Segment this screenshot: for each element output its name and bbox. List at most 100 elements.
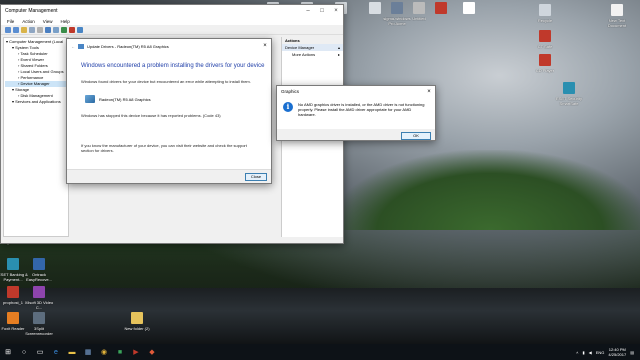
start-icon[interactable]: ⊞: [0, 344, 16, 360]
shortcut-icon: [463, 2, 475, 14]
tree-item-label: System Tools: [15, 45, 39, 50]
graphics-title: Graphics: [281, 89, 300, 94]
desktop-icon-label: ESET Security SmartSafe: [556, 96, 582, 106]
shortcut-icon: [33, 286, 45, 298]
scan-icon[interactable]: [77, 26, 83, 33]
display-adapter-icon: [85, 95, 95, 103]
maximize-button[interactable]: □: [315, 8, 329, 14]
info-icon: i: [283, 102, 293, 112]
desktop-icon[interactable]: [452, 2, 486, 16]
shortcut-icon: [33, 312, 45, 324]
desktop-icon[interactable]: Ontrack EasyRecove...: [22, 258, 56, 282]
error-heading: Windows encountered a problem installing…: [81, 63, 265, 69]
shortcut-icon: [435, 2, 447, 14]
desktop-icon-label: Untitled: [412, 16, 426, 21]
task-view-icon[interactable]: ▭: [32, 344, 48, 360]
dialog-close-icon[interactable]: ×: [259, 43, 271, 49]
desktop-icon-label: New folder (2): [124, 326, 150, 331]
language-indicator[interactable]: ENG: [596, 350, 605, 355]
close-button[interactable]: Close: [245, 173, 267, 181]
shortcut-icon: [611, 4, 623, 16]
forward-icon[interactable]: [13, 26, 19, 33]
back-icon[interactable]: [5, 26, 11, 33]
menu-bar: File Action View Help: [1, 17, 343, 25]
clock[interactable]: 12:40 PM 4/25/2017: [608, 347, 626, 357]
show-hide-tree-icon[interactable]: [29, 26, 35, 33]
chrome-icon[interactable]: ◉: [96, 344, 112, 360]
close-button[interactable]: ×: [329, 8, 343, 14]
search-icon[interactable]: ○: [16, 344, 32, 360]
wallpaper-lake: [0, 288, 640, 344]
update-driver-dialog: ← Update Drivers - Radeon(TM) R5 A8 Grap…: [66, 38, 272, 184]
tree-item-label: Local Users and Groups: [20, 69, 64, 74]
tree-item-label: Event Viewer: [20, 57, 44, 62]
shortcut-icon: [7, 286, 19, 298]
desktop-icon[interactable]: CD Player: [528, 54, 562, 73]
desktop-icon[interactable]: ESET Security SmartSafe: [552, 82, 586, 106]
graphics-close-icon[interactable]: ×: [423, 89, 435, 95]
ok-button[interactable]: OK: [401, 132, 431, 140]
shortcut-icon: [131, 312, 143, 324]
desktop-icon[interactable]: CT Safe: [528, 30, 562, 49]
error-code-text: Windows has stopped this device because …: [81, 113, 221, 118]
dialog-footer: Close: [67, 169, 271, 183]
menu-view[interactable]: View: [43, 19, 53, 24]
edge-icon[interactable]: e: [48, 344, 64, 360]
window-titlebar[interactable]: Computer Management – □ ×: [1, 5, 343, 17]
desktop-icon[interactable]: Recycle: [528, 4, 562, 23]
device-entry: Radeon(TM) R5 A8 Graphics: [85, 95, 151, 103]
red-app-icon[interactable]: ◆: [144, 344, 160, 360]
action-more-actions[interactable]: More Actions ▸: [282, 51, 343, 58]
tree-item-label: Storage: [15, 87, 30, 92]
tree-item-label: Services and Applications: [15, 99, 61, 104]
shortcut-icon: [7, 258, 19, 270]
notifications-icon[interactable]: ▤: [630, 350, 634, 355]
volume-icon[interactable]: ◀: [589, 350, 592, 355]
scan-hardware-icon[interactable]: [53, 26, 59, 33]
desktop-icon-label: Recycle: [537, 18, 553, 23]
media-app-icon[interactable]: ▶: [128, 344, 144, 360]
graphics-body: i No AMD graphics driver is installed, o…: [277, 97, 435, 129]
desktop-icon[interactable]: New folder (2): [120, 312, 154, 331]
tree-item-label: Disk Management: [20, 93, 53, 98]
dialog-title: Update Drivers - Radeon(TM) R5 A8 Graphi…: [87, 43, 169, 49]
menu-action[interactable]: Action: [22, 19, 35, 24]
manufacturer-hint: If you know the manufacturer of your dev…: [81, 143, 247, 153]
shortcut-icon: [539, 54, 551, 66]
desktop-icon[interactable]: Xilsoft 3D Video C...: [22, 286, 56, 310]
tree-item[interactable]: ▾ Services and Applications: [5, 99, 67, 105]
tree-item-label: Task Scheduler: [20, 51, 48, 56]
actions-header: Actions: [282, 37, 343, 44]
desktop-icon-label: New Text Document: [607, 18, 627, 28]
desktop-icon-label: prophost_1: [2, 300, 23, 305]
desktop-icon-label: Xilsoft 3D Video C...: [24, 300, 54, 310]
properties-icon[interactable]: [37, 26, 43, 33]
error-description: Windows found drivers for your device bu…: [81, 79, 251, 84]
system-tray: ˄ ▮ ◀ ENG 12:40 PM 4/25/2017 ▤: [576, 344, 634, 360]
taskbar: ⊞ ○ ▭ e ▬ ▦ ◉ ■ ▶ ◆: [0, 344, 640, 360]
green-app-icon[interactable]: ■: [112, 344, 128, 360]
help-icon[interactable]: [45, 26, 51, 33]
file-explorer-icon[interactable]: ▬: [64, 344, 80, 360]
network-icon[interactable]: ▮: [582, 350, 584, 355]
tree-item-label: Computer Management (Local: [9, 39, 64, 44]
desktop-icon-label: 3Split Screenrecorder: [25, 326, 53, 336]
graphics-dialog: Graphics × i No AMD graphics driver is i…: [276, 85, 436, 141]
desktop-icon-label: CD Player: [535, 68, 555, 73]
device-name: Radeon(TM) R5 A8 Graphics: [99, 96, 151, 102]
chevron-up-icon[interactable]: ˄: [576, 350, 578, 355]
graphics-message: No AMD graphics driver is installed, or …: [298, 102, 425, 117]
menu-file[interactable]: File: [7, 19, 14, 24]
store-icon[interactable]: ▦: [80, 344, 96, 360]
tree-item-label: Device Manager: [20, 81, 50, 86]
update-driver-icon[interactable]: [61, 26, 67, 33]
back-arrow-icon[interactable]: ←: [71, 44, 75, 49]
desktop-icon[interactable]: New Text Document: [600, 4, 634, 28]
minimize-button[interactable]: –: [301, 8, 315, 14]
up-icon[interactable]: [21, 26, 27, 33]
uninstall-icon[interactable]: [69, 26, 75, 33]
desktop-icon-label: CT Safe: [537, 44, 553, 49]
desktop-icon[interactable]: 3Split Screenrecorder: [22, 312, 56, 336]
action-device-manager[interactable]: Device Manager ▴: [282, 44, 343, 51]
menu-help[interactable]: Help: [60, 19, 69, 24]
